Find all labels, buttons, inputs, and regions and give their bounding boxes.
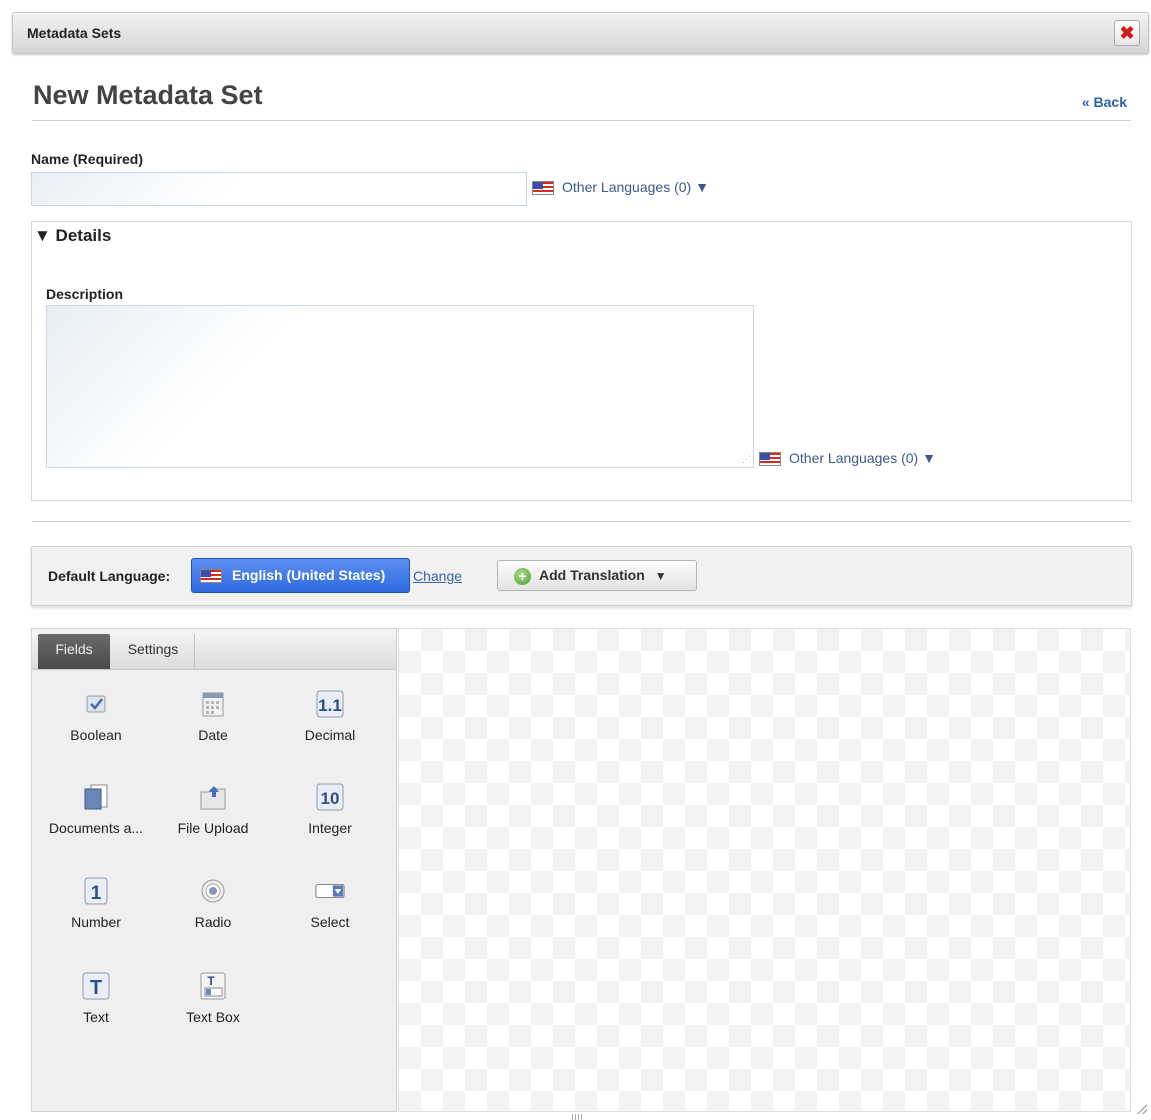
details-toggle[interactable]: ▼ Details <box>34 226 111 246</box>
palette-tabs: Fields Settings <box>32 629 396 670</box>
svg-text:1: 1 <box>91 883 102 904</box>
field-text-box[interactable]: T Text Box <box>154 971 272 1025</box>
field-radio[interactable]: Radio <box>154 876 272 930</box>
default-language-value: English (United States) <box>232 567 386 583</box>
text-icon: T <box>81 971 111 1001</box>
field-documents[interactable]: Documents a... <box>37 782 155 836</box>
field-label: Decimal <box>304 727 356 743</box>
language-bar: Default Language: English (United States… <box>31 546 1132 606</box>
close-button[interactable]: ✖ <box>1114 20 1140 46</box>
documents-icon <box>81 782 111 812</box>
radio-icon <box>198 876 228 906</box>
description-label: Description <box>46 286 124 302</box>
plus-icon: + <box>514 567 531 585</box>
splitter-handle[interactable] <box>572 1114 584 1120</box>
integer-icon: 10 <box>315 782 345 812</box>
field-label: Text <box>83 1009 109 1025</box>
name-input[interactable] <box>31 172 527 206</box>
checkbox-icon <box>81 689 111 719</box>
field-label: Documents a... <box>48 820 144 836</box>
field-label: Number <box>71 914 121 930</box>
svg-text:T: T <box>207 974 215 988</box>
field-select[interactable]: Select <box>271 876 389 930</box>
field-boolean[interactable]: Boolean <box>37 689 155 743</box>
field-label: Integer <box>308 820 352 836</box>
back-link[interactable]: « Back <box>1082 94 1127 110</box>
name-label: Name (Required) <box>31 151 144 167</box>
close-icon: ✖ <box>1119 23 1135 43</box>
field-label: Boolean <box>70 727 122 743</box>
field-label: Radio <box>194 914 232 930</box>
resize-grip-icon[interactable] <box>1137 1104 1147 1114</box>
field-file-upload[interactable]: File Upload <box>154 782 272 836</box>
default-language-label: Default Language: <box>48 568 171 584</box>
add-translation-label: Add Translation <box>539 567 645 583</box>
description-other-languages[interactable]: Other Languages (0) ▼ <box>759 450 936 467</box>
tab-settings[interactable]: Settings <box>112 634 195 669</box>
default-language-button[interactable]: English (United States) <box>191 558 410 593</box>
us-flag-icon <box>200 569 222 584</box>
svg-text:T: T <box>90 977 102 999</box>
calendar-icon <box>198 689 228 719</box>
change-language-link[interactable]: Change <box>413 568 462 584</box>
name-other-languages[interactable]: Other Languages (0) ▼ <box>532 179 709 196</box>
text-box-icon: T <box>198 971 228 1001</box>
field-number[interactable]: 1 Number <box>37 876 155 930</box>
tab-fields[interactable]: Fields <box>38 634 110 669</box>
add-translation-button[interactable]: + Add Translation ▼ <box>497 560 697 591</box>
other-languages-label: Other Languages (0) ▼ <box>562 179 709 195</box>
field-text[interactable]: T Text <box>37 971 155 1025</box>
field-palette: Fields Settings Boolean Date 1.1 Decimal… <box>31 628 397 1112</box>
decimal-icon: 1.1 <box>315 689 345 719</box>
us-flag-icon <box>759 452 781 467</box>
file-upload-icon <box>198 782 228 812</box>
us-flag-icon <box>532 181 554 196</box>
field-label: Date <box>198 727 228 743</box>
dialog-titlebar: Metadata Sets ✖ <box>12 12 1149 54</box>
field-label: Select <box>310 914 350 930</box>
field-label: File Upload <box>177 820 249 836</box>
form-canvas[interactable] <box>398 628 1131 1112</box>
field-label: Text Box <box>186 1009 240 1025</box>
description-textarea[interactable]: ⋰ <box>46 305 754 468</box>
select-icon <box>315 876 345 906</box>
field-integer[interactable]: 10 Integer <box>271 782 389 836</box>
dialog-title: Metadata Sets <box>27 25 122 41</box>
field-date[interactable]: Date <box>154 689 272 743</box>
svg-text:1.1: 1.1 <box>318 696 342 715</box>
field-decimal[interactable]: 1.1 Decimal <box>271 689 389 743</box>
chevron-down-icon: ▼ <box>654 569 667 583</box>
number-icon: 1 <box>81 876 111 906</box>
divider <box>32 521 1131 522</box>
svg-text:10: 10 <box>321 789 340 808</box>
other-languages-label: Other Languages (0) ▼ <box>789 450 936 466</box>
page-title: New Metadata Set <box>33 80 263 110</box>
resize-grip-icon[interactable]: ⋰ <box>742 454 751 465</box>
divider <box>32 120 1131 121</box>
